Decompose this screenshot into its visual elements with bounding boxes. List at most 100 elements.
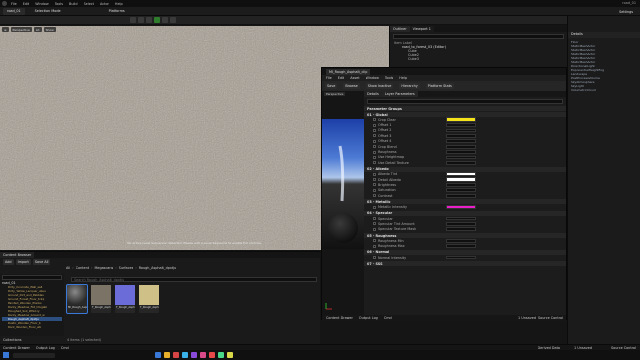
parameter-enable-checkbox[interactable] [373,128,376,132]
parameter-value-field[interactable] [446,144,476,149]
content-browser-tab[interactable]: Content Browser [0,252,35,258]
tab-layer-parameters[interactable]: Layer Parameters [381,91,418,97]
tab-details[interactable]: Details [364,91,382,97]
taskbar-app-icon[interactable] [155,352,161,358]
output-log-button[interactable]: Output Log [359,316,378,320]
parameter-enable-checkbox[interactable] [373,188,376,192]
me-menu-window[interactable]: Window [366,76,379,80]
parameter-value-field[interactable] [446,238,476,243]
parameter-value-field[interactable] [446,160,476,165]
me-menu-help[interactable]: Help [399,76,407,80]
cb-import-button[interactable]: Import [15,259,31,265]
parameter-enable-checkbox[interactable] [373,256,376,259]
parameter-enable-checkbox[interactable] [373,244,376,248]
parameter-value-field[interactable] [446,123,476,127]
taskbar-app-icon[interactable] [182,352,188,358]
perspective-button[interactable]: Perspective [10,27,32,32]
select-mode-button[interactable] [130,17,136,23]
parameter-enable-checkbox[interactable] [373,150,376,154]
status-unsaved[interactable]: 1 Unsaved [574,346,592,350]
taskbar-app-icon[interactable] [218,352,224,358]
viewport-menu-button[interactable]: ≡ [2,27,9,32]
parameter-enable-checkbox[interactable] [373,217,376,221]
parameter-enable-checkbox[interactable] [373,123,376,127]
parameter-enable-checkbox[interactable] [373,145,376,149]
parameter-enable-checkbox[interactable] [373,178,376,182]
menu-item-select[interactable]: Select [84,2,94,6]
details-list-item[interactable]: VolumetricCloud [571,88,640,92]
material-editor-tab[interactable]: MI_Rough_Asphalt_clip [326,68,371,75]
parameter-enable-checkbox[interactable] [373,227,376,231]
breadcrumb-item[interactable]: Surfaces [119,266,134,270]
parameter-value-field[interactable] [446,216,476,221]
outliner-search-input[interactable] [393,34,564,39]
me-menu-tools[interactable]: Tools [385,76,393,80]
parameter-value-field[interactable] [446,222,476,226]
parameter-value-field[interactable] [446,244,476,248]
material-preview-viewport[interactable]: Perspective [322,91,364,317]
asset-tile[interactable]: MI_Rough_Asphalt [66,284,88,314]
menu-item-file[interactable]: File [11,2,17,6]
cmd-button[interactable]: Cmd [384,316,392,320]
me-toolbar-hierarchy[interactable]: Hierarchy [399,83,420,89]
taskbar-app-icon[interactable] [209,352,215,358]
folder-search-input[interactable] [2,275,62,280]
parameter-value-field[interactable] [446,188,476,193]
taskbar-app-icon[interactable] [164,352,170,358]
breadcrumb-item[interactable]: All [66,266,70,270]
asset-tile[interactable]: T_Rough_Asphalt_ORDp [139,285,159,313]
show-button[interactable]: Show [43,27,56,32]
parameter-enable-checkbox[interactable] [373,155,376,159]
filter-icon[interactable] [67,278,69,280]
tab-viewport-1[interactable]: Viewport 1 [409,26,434,32]
parameter-enable-checkbox[interactable] [373,194,376,198]
outliner-item[interactable]: Cube3 [390,57,567,61]
collections-header[interactable]: Collections [3,338,63,342]
color-swatch[interactable] [446,117,476,122]
color-swatch[interactable] [446,204,476,210]
me-toolbar-show-inactive[interactable]: Show Inactive [365,83,394,89]
asset-tile[interactable]: T_Rough_Asphalt_D [91,285,111,313]
menu-item-help[interactable]: Help [115,2,123,6]
unsaved-indicator[interactable]: 1 Unsaved [518,316,536,320]
folder-item[interactable]: Rock_Wooden_Floor_wb [2,325,62,329]
parameter-enable-checkbox[interactable] [373,205,376,209]
parameter-enable-checkbox[interactable] [373,161,376,165]
menu-item-window[interactable]: Window [35,2,48,6]
section-header[interactable]: 07 - SSS [364,261,566,267]
details-search-input[interactable] [367,99,563,104]
platforms-dropdown[interactable]: Platforms [105,8,129,15]
step-button[interactable] [162,17,168,23]
status-output-log[interactable]: Output Log [36,346,55,350]
me-menu-edit[interactable]: Edit [338,76,345,80]
parameter-enable-checkbox[interactable] [373,222,376,226]
parameter-enable-checkbox[interactable] [373,183,376,187]
lit-button[interactable]: Lit [33,27,42,32]
source-control-button[interactable]: Source Control [538,316,563,320]
parameter-enable-checkbox[interactable] [373,134,376,138]
parameter-value-field[interactable] [446,183,476,187]
parameter-value-field[interactable] [446,133,476,138]
parameter-value-field[interactable] [446,128,476,133]
me-menu-asset[interactable]: Asset [350,76,359,80]
breadcrumb-item[interactable]: Rough_Asphalt_dpxtju [139,266,177,270]
color-swatch[interactable] [446,171,476,177]
parameter-value-field[interactable] [446,139,476,144]
status-cmd[interactable]: Cmd [61,346,69,350]
level-tab[interactable]: road_01 [3,7,25,15]
parameter-value-field[interactable] [446,255,476,260]
asset-tile[interactable]: T_Rough_Asphalt_N [115,285,135,313]
parameter-enable-checkbox[interactable] [373,239,376,243]
taskbar-app-icon[interactable] [173,352,179,358]
parameter-value-field[interactable] [446,150,476,154]
status-source-control[interactable]: Source Control [611,346,636,350]
selection-mode-dropdown[interactable]: Selection Mode [31,8,65,15]
asset-search-input[interactable]: Search Rough_Asphalt_dpxtju [71,276,317,282]
breadcrumb-item[interactable]: Content [76,266,90,270]
me-toolbar-browse[interactable]: Browse [343,83,360,89]
parameter-value-field[interactable] [446,155,476,160]
menu-item-tools[interactable]: Tools [55,2,63,6]
color-swatch[interactable] [446,177,476,182]
start-button[interactable] [3,352,9,358]
stop-button[interactable] [170,17,176,23]
